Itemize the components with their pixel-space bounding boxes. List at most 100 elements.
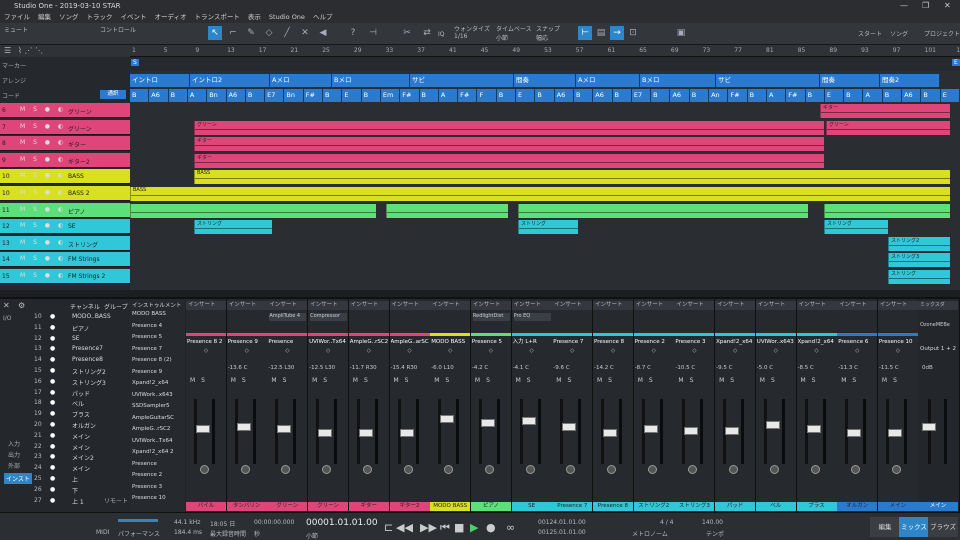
instrument-name[interactable]: Presence 10	[132, 495, 166, 501]
menu-item[interactable]: 表示	[244, 12, 265, 23]
snap-grid-icon[interactable]: ▤	[594, 26, 608, 40]
arrange-section[interactable]: サビ	[716, 74, 820, 87]
visibility-dot[interactable]: ●	[50, 389, 55, 396]
close-icon[interactable]: ✕	[944, 0, 951, 12]
chord-event[interactable]: B	[805, 89, 825, 102]
remote-button[interactable]: リモート	[104, 496, 128, 505]
chord-event[interactable]: A6	[226, 89, 246, 102]
arrange-section[interactable]: イントロ	[130, 74, 190, 87]
mute-solo-buttons[interactable]: MS	[719, 377, 740, 384]
bend-tool-icon[interactable]: ⊣	[366, 26, 380, 40]
tools-icon[interactable]: ⌇ ⋰ ⋱	[18, 46, 43, 55]
channel-input-name[interactable]: Presence 10	[879, 338, 917, 347]
timecode-display[interactable]: 00:00:00.000	[254, 519, 294, 526]
channel-input-name[interactable]: Xpand!2_x64	[716, 338, 754, 347]
track-buttons[interactable]: M S ● ◐	[20, 106, 66, 113]
mute-solo-buttons[interactable]: MS	[801, 377, 822, 384]
track-row[interactable]: 15 M S ● ◐ FM Strings 2	[0, 269, 130, 284]
listen-tool-icon[interactable]: ◀	[316, 26, 330, 40]
mute-solo-buttons[interactable]: MS	[353, 377, 374, 384]
channel-input-name[interactable]: Presence 8 2	[187, 338, 225, 347]
mute-solo-buttons[interactable]: MS	[882, 377, 903, 384]
audio-clip[interactable]	[518, 203, 808, 218]
tempo-value[interactable]: 140.00	[702, 519, 723, 526]
chord-event[interactable]: F#	[786, 89, 806, 102]
play-icon[interactable]: ▶	[470, 521, 478, 534]
arrange-section[interactable]: Bメロ	[640, 74, 716, 87]
channel-output[interactable]: ◇	[391, 348, 429, 356]
fader-cap[interactable]	[236, 423, 251, 431]
menu-item[interactable]: イベント	[117, 12, 151, 23]
chord-event[interactable]: B	[882, 89, 903, 102]
fader-cap[interactable]	[399, 429, 414, 437]
channel-input-name[interactable]: Presence 7	[553, 338, 591, 347]
channel-output[interactable]: ◇	[472, 348, 510, 356]
mute-solo-buttons[interactable]: MS	[434, 377, 455, 384]
pan-knob-icon[interactable]	[403, 465, 413, 474]
audio-clip[interactable]: BASS	[130, 187, 950, 201]
pan-knob-icon[interactable]	[729, 465, 739, 474]
chord-event[interactable]: E7	[265, 89, 285, 102]
instrument-name[interactable]: Presence 3	[132, 484, 162, 490]
insert-plugin[interactable]: AmpliTube 4	[269, 313, 307, 321]
insert-slot[interactable]: インサート	[430, 301, 471, 310]
track-name[interactable]: BASS 2	[68, 190, 90, 197]
channel-output[interactable]: ◇	[798, 348, 836, 356]
visibility-dot[interactable]: ●	[50, 313, 55, 320]
visibility-dot[interactable]: ●	[50, 324, 55, 331]
chord-event[interactable]: A6	[554, 89, 574, 102]
channel-output[interactable]: ◇	[594, 348, 632, 356]
mixer-track-name[interactable]: ストリング3	[72, 378, 106, 387]
chord-event[interactable]: Em	[380, 89, 401, 102]
arrange-section[interactable]: Aメロ	[270, 74, 332, 87]
arrow-tool-icon[interactable]: ↖	[208, 26, 222, 40]
pan-knob-icon[interactable]	[200, 465, 209, 474]
track-row[interactable]: 6 M S ● ◐ グリーン	[0, 103, 130, 118]
arrange-section[interactable]: Bメロ	[332, 74, 410, 87]
insert-plugin[interactable]: Compressor	[310, 313, 348, 321]
instrument-name[interactable]: UVIWork..x643	[132, 392, 173, 398]
audio-clip[interactable]	[130, 203, 376, 218]
mute-solo-buttons[interactable]: MS	[760, 377, 781, 384]
arrange-section[interactable]: 間奏	[514, 74, 576, 87]
mixer-track-name[interactable]: Presence8	[72, 356, 103, 363]
arrange-section[interactable]: Aメロ	[576, 74, 640, 87]
mute-solo-buttons[interactable]: MS	[312, 377, 333, 384]
time-signature[interactable]: 4 / 4	[660, 519, 673, 526]
insert-slot[interactable]: インサート	[593, 301, 633, 310]
pan-knob-icon[interactable]	[484, 465, 494, 474]
channel-output[interactable]: ◇	[268, 348, 306, 356]
channel-output[interactable]: ◇	[431, 348, 469, 356]
chord-event[interactable]: B	[747, 89, 767, 102]
chord-event[interactable]: B	[168, 89, 188, 102]
chord-event[interactable]: F#	[400, 89, 420, 102]
track-name[interactable]: ギター	[68, 140, 86, 149]
insert-slot[interactable]: インサート	[226, 301, 267, 310]
track-buttons[interactable]: M S ● ◐	[20, 172, 66, 179]
chord-event[interactable]: E7	[631, 89, 652, 102]
pan-knob-icon[interactable]	[769, 465, 779, 474]
fader-cap[interactable]	[277, 425, 292, 433]
track-buttons[interactable]: M S ● ◐	[20, 222, 66, 229]
fader-cap[interactable]	[521, 417, 536, 425]
visibility-dot[interactable]: ●	[50, 367, 55, 374]
track-name[interactable]: グリーン	[68, 124, 92, 133]
track-row[interactable]: 11 M S ● ◐ ピアノ	[0, 202, 130, 218]
chord-event[interactable]: A	[187, 89, 208, 102]
channel-input-name[interactable]: Presence	[268, 338, 306, 347]
track-buttons[interactable]: M S ● ◐	[20, 272, 66, 279]
mute-solo-buttons[interactable]: MS	[475, 377, 496, 384]
instrument-name[interactable]: Presence 9	[132, 369, 162, 375]
channel-output[interactable]: ◇	[553, 348, 591, 356]
instrument-name[interactable]: Xpand!2_x64 2	[132, 449, 174, 455]
mixer-track-name[interactable]: 上 1	[72, 497, 84, 506]
chord-event[interactable]: Bn	[284, 89, 304, 102]
output-label[interactable]: 出力	[8, 450, 20, 459]
channel-input-name[interactable]: AmpleG..arSC	[391, 338, 429, 347]
channel-input-name[interactable]: UVIWor..Tx64	[309, 338, 347, 347]
mixer-track-name[interactable]: ストリング2	[72, 367, 106, 376]
mixer-track-name[interactable]: ピアノ	[72, 324, 89, 333]
audio-clip[interactable]	[386, 203, 508, 218]
track-row[interactable]: 8 M S ● ◐ ギター	[0, 136, 130, 152]
fader-cap[interactable]	[196, 425, 210, 433]
